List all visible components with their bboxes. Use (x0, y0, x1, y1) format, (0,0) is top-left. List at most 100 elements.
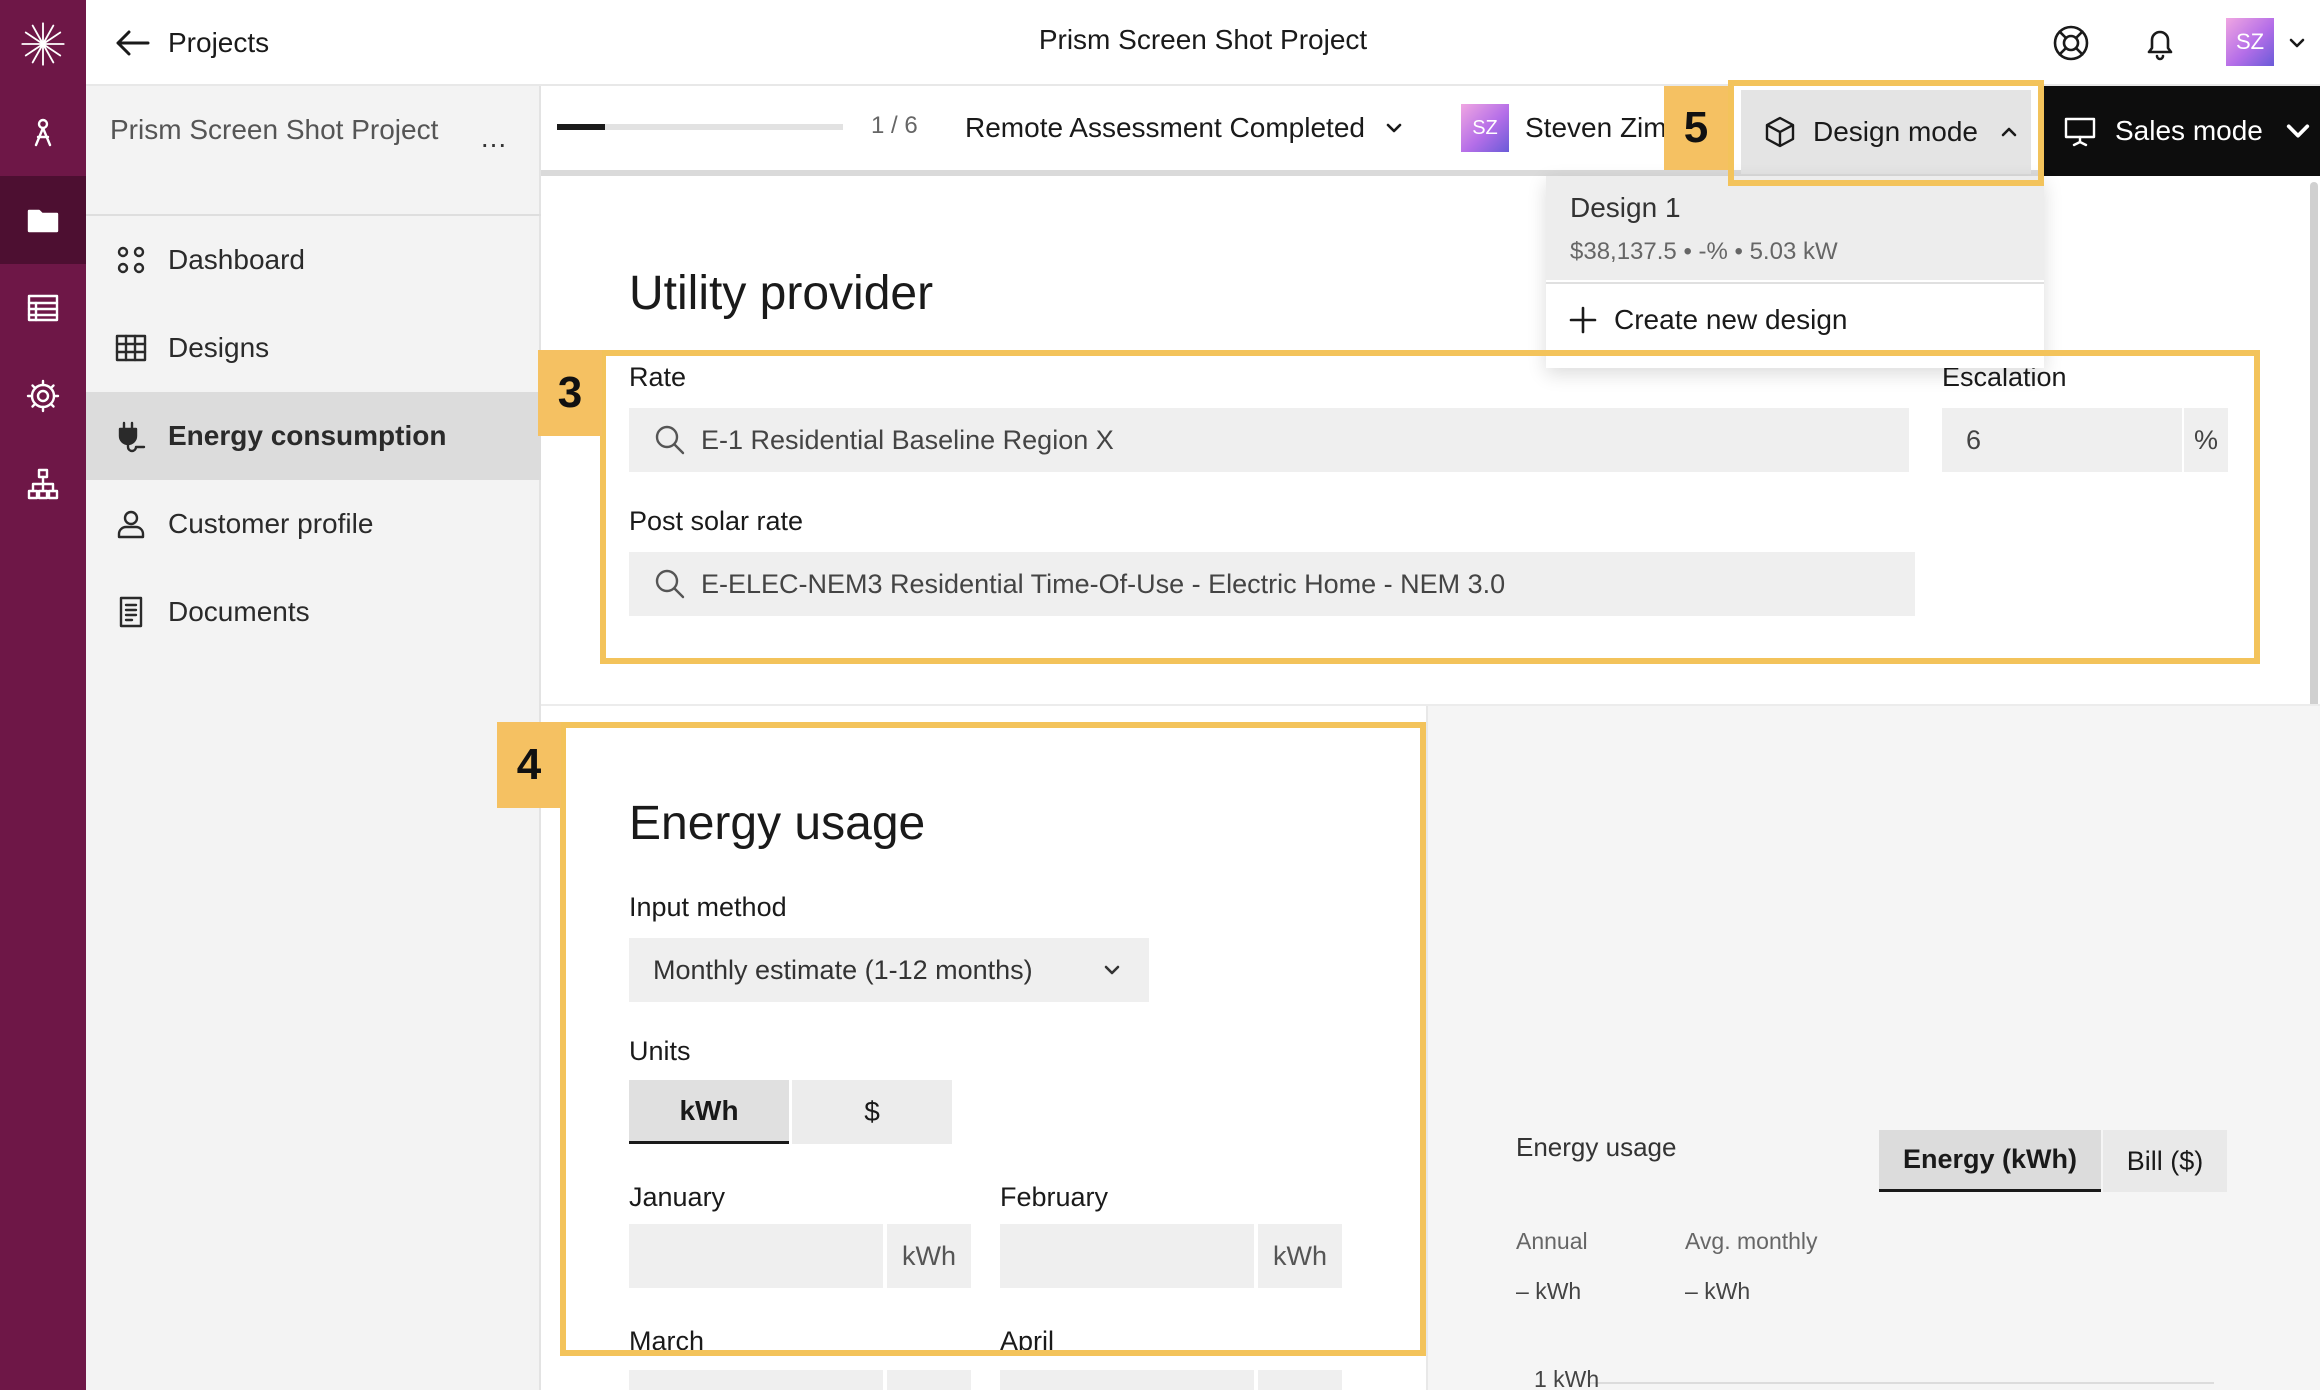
progress-fill (557, 124, 605, 130)
annotation-badge-3: 3 (538, 350, 602, 436)
bell-icon[interactable] (2139, 22, 2181, 64)
project-sidebar: Prism Screen Shot Project ... Dashboard … (86, 86, 541, 1390)
dashboard-icon (117, 246, 145, 274)
back-to-projects-link[interactable]: Projects (114, 22, 269, 64)
project-status-dropdown[interactable]: Remote Assessment Completed (965, 108, 1405, 148)
units-kwh-toggle[interactable]: kWh (629, 1080, 789, 1144)
month-label-april: April (1000, 1326, 1055, 1356)
assignee-selector[interactable]: SZ Steven Zim (1461, 102, 1667, 154)
search-icon (655, 569, 685, 599)
document-icon (119, 596, 143, 628)
post-solar-rate-value: E-ELEC-NEM3 Residential Time-Of-Use - El… (701, 568, 1506, 599)
monthly-unit: kWh (1704, 1278, 1751, 1304)
sidebar-item-designs[interactable]: Designs (86, 304, 541, 392)
april-usage-input[interactable] (1000, 1370, 1254, 1390)
energy-usage-title: Energy usage (629, 797, 926, 850)
chart-title: Energy usage (1516, 1132, 1677, 1162)
sales-mode-label: Sales mode (2115, 115, 2263, 146)
february-unit: kWh (1256, 1224, 1342, 1288)
sidebar-item-label: Dashboard (168, 244, 305, 275)
sidebar-item-label: Energy consumption (168, 420, 447, 451)
chevron-down-icon (2281, 114, 2315, 148)
escalation-input[interactable]: 6 (1942, 408, 2182, 472)
annotation-badge-5: 5 (1664, 86, 1728, 170)
post-solar-rate-search-input[interactable]: E-ELEC-NEM3 Residential Time-Of-Use - El… (629, 552, 1915, 616)
april-unit (1256, 1370, 1342, 1390)
design-dropdown-menu: Design 1 $38,137.5 • -% • 5.03 kW Create… (1546, 176, 2044, 368)
sidebar-item-label: Designs (168, 332, 270, 363)
project-status-label: Remote Assessment Completed (965, 112, 1365, 143)
plus-icon (1569, 306, 1597, 334)
energy-kwh-toggle[interactable]: Energy (kWh) (1879, 1130, 2101, 1192)
rate-search-input[interactable]: E-1 Residential Baseline Region X (629, 408, 1909, 472)
rate-value: E-1 Residential Baseline Region X (701, 424, 1114, 455)
folder-icon[interactable] (0, 176, 86, 264)
user-avatar[interactable]: SZ (2226, 18, 2274, 66)
design-mode-button[interactable]: Design mode (1741, 90, 2031, 174)
february-usage-input[interactable] (1000, 1224, 1254, 1288)
avg-monthly-label: Avg. monthly (1685, 1228, 1818, 1254)
sidebar-item-customer-profile[interactable]: Customer profile (86, 480, 541, 568)
sales-mode-button[interactable]: Sales mode (2043, 86, 2320, 176)
org-chart-icon[interactable] (0, 440, 86, 528)
search-icon (655, 425, 685, 455)
step-counter: 1 / 6 (871, 112, 918, 139)
design-name: Design 1 (1570, 192, 1681, 223)
create-new-design-button[interactable]: Create new design (1568, 304, 1847, 336)
sidebar-item-label: Documents (168, 596, 310, 627)
scrollbar[interactable] (2310, 182, 2318, 728)
solar-panel-icon[interactable] (0, 88, 86, 176)
design-mode-label: Design mode (1813, 116, 1978, 147)
sunburst-logo-icon[interactable] (0, 0, 86, 88)
sidebar-item-documents[interactable]: Documents (86, 568, 541, 656)
annual-number: – (1516, 1278, 1529, 1304)
gear-icon[interactable] (0, 352, 86, 440)
bill-dollar-toggle[interactable]: Bill ($) (2103, 1130, 2227, 1192)
escalation-unit: % (2184, 408, 2228, 472)
avg-monthly-value: – kWh (1685, 1278, 1750, 1305)
page-title-wrap: Prism Screen Shot Project (86, 24, 2320, 56)
annual-unit: kWh (1535, 1278, 1582, 1304)
create-new-design-label: Create new design (1614, 304, 1848, 335)
arrow-left-icon (116, 30, 150, 56)
chevron-down-icon[interactable] (2286, 32, 2308, 59)
units-label: Units (629, 1036, 691, 1066)
month-label-january: January (629, 1182, 726, 1212)
march-unit (885, 1370, 971, 1390)
utility-provider-title: Utility provider (629, 267, 934, 320)
chevron-down-icon (1386, 123, 1402, 133)
chevron-up-icon (1998, 121, 2020, 143)
assignee-name: Steven Zim (1525, 112, 1667, 143)
units-dollar-toggle[interactable]: $ (792, 1080, 952, 1144)
escalation-value: 6 (1966, 424, 1982, 455)
menu-divider (1546, 282, 2044, 284)
page-title: Prism Screen Shot Project (1038, 24, 1368, 55)
month-label-march: March (629, 1326, 705, 1356)
annotation-badge-4: 4 (497, 722, 561, 808)
january-unit: kWh (885, 1224, 971, 1288)
chart-gridline (1590, 1382, 2214, 1384)
chart-axis-label: 1 kWh (1534, 1366, 1600, 1392)
app-header: Projects Prism Screen Shot Project SZ (86, 0, 2320, 86)
input-method-label: Input method (629, 892, 787, 922)
progress-track (557, 124, 843, 130)
january-usage-input[interactable] (629, 1224, 883, 1288)
month-label-february: February (1000, 1182, 1109, 1212)
chevron-down-icon (1104, 965, 1120, 975)
sidebar-item-energy-consumption[interactable]: Energy consumption (86, 392, 541, 480)
help-lifebuoy-icon[interactable] (2050, 22, 2092, 64)
march-usage-input[interactable] (629, 1370, 883, 1390)
sidebar-item-dashboard[interactable]: Dashboard (86, 216, 541, 304)
back-label: Projects (168, 27, 270, 58)
presentation-icon (2064, 117, 2096, 147)
sidebar-project-name: Prism Screen Shot Project (110, 114, 439, 145)
table-icon[interactable] (0, 264, 86, 352)
input-method-dropdown[interactable]: Monthly estimate (1-12 months) (629, 938, 1149, 1002)
sidebar-item-label: Customer profile (168, 508, 374, 539)
design-menu-item[interactable]: Design 1 $38,137.5 • -% • 5.03 kW (1546, 176, 2044, 280)
post-solar-rate-label: Post solar rate (629, 506, 804, 536)
more-options-button[interactable]: ... (474, 122, 514, 153)
monthly-number: – (1685, 1278, 1698, 1304)
grid-icon (115, 334, 147, 362)
annual-value: – kWh (1516, 1278, 1581, 1305)
